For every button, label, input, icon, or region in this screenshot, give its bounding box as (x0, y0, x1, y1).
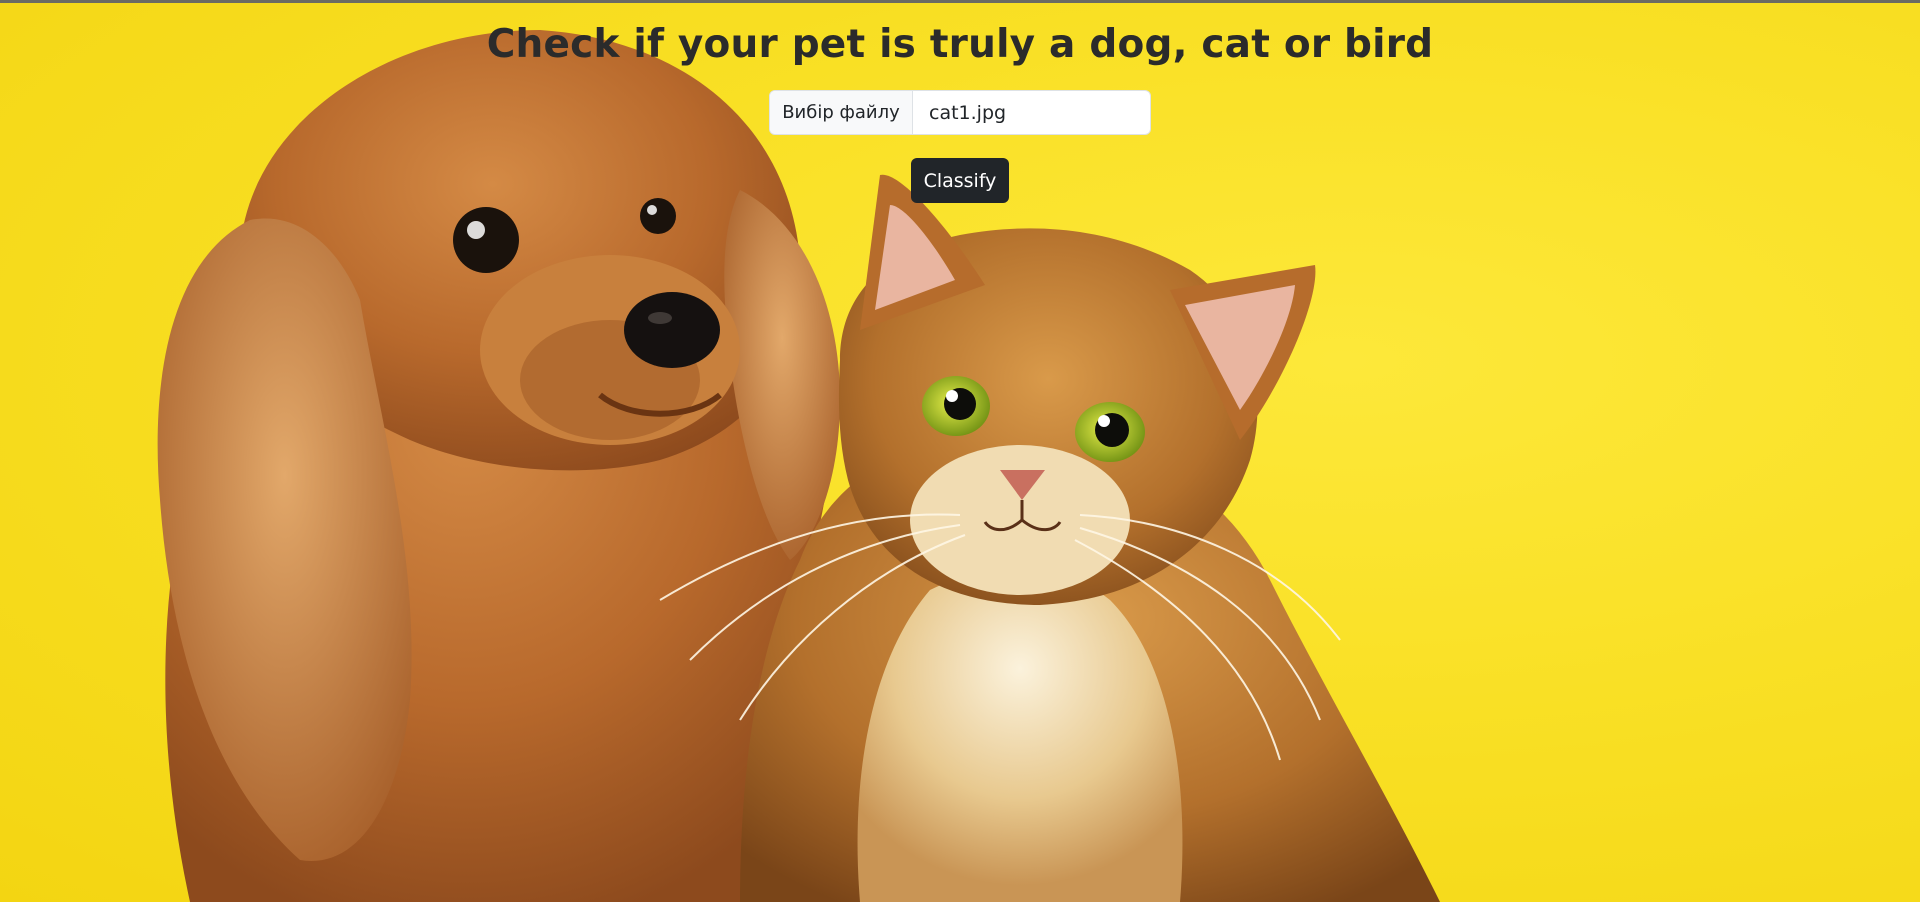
dog-and-cat-photo (157, 30, 1440, 902)
selected-file-name: cat1.jpg (929, 101, 1007, 124)
file-input[interactable]: Вибір файлу cat1.jpg (769, 90, 1151, 135)
choose-file-button[interactable]: Вибір файлу (770, 91, 913, 134)
page-title: Check if your pet is truly a dog, cat or… (486, 22, 1434, 67)
classify-button[interactable]: Classify (911, 158, 1009, 203)
page: Check if your pet is truly a dog, cat or… (0, 0, 1920, 902)
